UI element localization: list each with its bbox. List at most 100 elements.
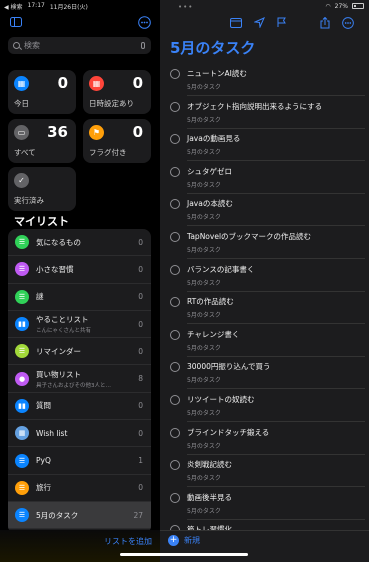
- task-row[interactable]: TapNovelのブックマークの作品読む 5月のタスク: [170, 227, 365, 260]
- task-list-name: 5月のタスク: [187, 344, 221, 352]
- flag-icon: ⚑: [89, 125, 104, 140]
- list-name: 謎: [36, 292, 44, 302]
- list-item[interactable]: ☰ PyQ 1: [8, 447, 151, 475]
- task-checkbox[interactable]: [170, 264, 180, 275]
- task-row[interactable]: バランスの記事書く 5月のタスク: [170, 260, 365, 293]
- task-checkbox[interactable]: [170, 362, 180, 373]
- task-checkbox[interactable]: [170, 297, 180, 308]
- status-date: 11月26日(火): [49, 3, 88, 11]
- my-lists: ☰ 気になるもの 0 ☰ 小さな習慣 0 ☰ 謎 0 ▮▮ やることリスト こんにゃくさんと共有 0 ☰ リ…: [8, 229, 151, 534]
- list-name: 質問: [36, 401, 51, 411]
- task-title: ニュートンAI読む: [187, 69, 247, 78]
- task-row[interactable]: Javaの本読む 5月のタスク: [170, 194, 365, 227]
- microphone-icon[interactable]: [141, 42, 145, 49]
- smart-list-label: すべて: [14, 148, 36, 157]
- list-count: 1: [138, 456, 143, 466]
- calendar-view-icon[interactable]: [230, 17, 242, 31]
- task-row[interactable]: チャレンジ書く 5月のタスク: [170, 325, 365, 358]
- new-reminder-button[interactable]: + 新規: [168, 535, 200, 546]
- task-list-name: 5月のタスク: [187, 149, 221, 157]
- task-row[interactable]: 炎剣戦記読む 5月のタスク: [170, 455, 365, 488]
- task-checkbox[interactable]: [170, 101, 180, 112]
- task-row[interactable]: リツイートの奴読む 5月のタスク: [170, 390, 365, 423]
- task-checkbox[interactable]: [170, 199, 180, 210]
- list-count: 0: [138, 319, 143, 329]
- flag-icon[interactable]: [277, 17, 287, 31]
- task-title: バランスの記事書く: [187, 264, 255, 274]
- task-list-name: 5月のタスク: [187, 312, 221, 320]
- task-checkbox[interactable]: [170, 166, 180, 177]
- smart-list-completed[interactable]: ✓ 実行済み: [8, 167, 76, 211]
- task-checkbox[interactable]: [170, 231, 180, 242]
- battery-percent: 27%: [334, 2, 348, 10]
- task-row[interactable]: ニュートンAI読む 5月のタスク: [170, 64, 365, 97]
- list-item[interactable]: ☰ 5月のタスク 27: [8, 501, 151, 530]
- list-subtitle: こんにゃくさんと共有: [36, 328, 92, 335]
- task-list-name: 5月のタスク: [187, 116, 221, 124]
- smart-list-flagged[interactable]: ⚑ 0 フラグ付き: [83, 119, 151, 163]
- list-icon: ☰: [15, 262, 29, 277]
- task-row[interactable]: RTの作品読む 5月のタスク: [170, 292, 365, 325]
- list-icon: ☰: [15, 453, 29, 468]
- search-field[interactable]: 検索: [8, 37, 151, 54]
- add-list-button[interactable]: リストを追加: [104, 536, 152, 547]
- list-item[interactable]: ☰ 小さな習慣 0: [8, 256, 151, 284]
- smart-list-count: 0: [132, 123, 143, 141]
- list-name: 5月のタスク: [36, 510, 79, 520]
- task-checkbox[interactable]: [170, 492, 180, 503]
- more-options-icon[interactable]: [342, 17, 354, 32]
- task-list-name: 5月のタスク: [187, 377, 221, 385]
- smart-list-count: 36: [47, 123, 68, 141]
- sidebar-toggle-icon[interactable]: [10, 17, 22, 30]
- plus-icon: +: [168, 535, 179, 546]
- list-icon: ▦: [15, 426, 29, 441]
- task-title: リツイートの奴読む: [187, 394, 255, 404]
- smart-list-all[interactable]: ▭ 36 すべて: [8, 119, 76, 163]
- task-checkbox[interactable]: [170, 460, 180, 471]
- list-item[interactable]: ☰ 気になるもの 0: [8, 229, 151, 257]
- task-checkbox[interactable]: [170, 394, 180, 405]
- task-checkbox[interactable]: [170, 69, 180, 79]
- smart-list-scheduled[interactable]: ▦ 0 日時設定あり: [83, 70, 151, 114]
- list-item[interactable]: ☰ リマインダー 0: [8, 338, 151, 366]
- task-checkbox[interactable]: [170, 134, 180, 145]
- task-title: チャレンジ書く: [187, 329, 240, 339]
- task-title: 炎剣戦記読む: [187, 460, 232, 470]
- smart-list-count: 0: [57, 74, 68, 92]
- task-row[interactable]: 動画後半見る 5月のタスク: [170, 488, 365, 521]
- search-icon: [13, 42, 20, 49]
- task-title: TapNovelのブックマークの作品読む: [187, 231, 312, 241]
- back-to-search[interactable]: ◀ 検索: [4, 2, 23, 11]
- list-item[interactable]: ▮▮ 質問 0: [8, 393, 151, 421]
- list-count: 0: [138, 264, 143, 274]
- task-row[interactable]: オブジェクト指向説明出来るようにする 5月のタスク: [170, 97, 365, 130]
- task-checkbox[interactable]: [170, 329, 180, 340]
- list-item[interactable]: ● 買い物リスト 具子さんおよびその他3人と… 8: [8, 365, 151, 393]
- share-icon[interactable]: [320, 16, 330, 32]
- list-count: 8: [138, 374, 143, 384]
- list-count: 0: [138, 237, 143, 247]
- task-checkbox[interactable]: [170, 427, 180, 438]
- list-item[interactable]: ☰ 謎 0: [8, 284, 151, 311]
- smart-list-label: 日時設定あり: [89, 99, 134, 108]
- task-row[interactable]: ブラインドタッチ鍛える 5月のタスク: [170, 423, 365, 456]
- task-title: Javaの動画見る: [187, 134, 241, 144]
- list-icon: ☰: [15, 235, 29, 250]
- list-count: 0: [138, 428, 143, 438]
- list-icon: ▮▮: [15, 398, 29, 413]
- task-list-name: 5月のタスク: [187, 84, 221, 91]
- list-item[interactable]: ☰ 旅行 0: [8, 475, 151, 502]
- multitask-dots-icon[interactable]: •••: [178, 3, 193, 11]
- task-list-name: 5月のタスク: [187, 214, 221, 222]
- list-item[interactable]: ▦ Wish list 0: [8, 420, 151, 448]
- more-options-icon[interactable]: [138, 16, 151, 32]
- list-detail: 5月のタスク ニュートンAI読む 5月のタスク オブジェクト指向説明出来るようにする…: [160, 0, 369, 562]
- list-icon: ☰: [15, 508, 29, 523]
- location-icon[interactable]: [253, 17, 265, 31]
- list-item[interactable]: ▮▮ やることリスト こんにゃくさんと共有 0: [8, 311, 151, 339]
- task-row[interactable]: シュタゲゼロ 5月のタスク: [170, 162, 365, 195]
- task-row[interactable]: Javaの動画見る 5月のタスク: [170, 129, 365, 162]
- smart-list-today[interactable]: ▦ 0 今日: [8, 70, 76, 114]
- task-row[interactable]: 30000円振り込んで買う 5月のタスク: [170, 357, 365, 390]
- list-count: 27: [133, 510, 143, 520]
